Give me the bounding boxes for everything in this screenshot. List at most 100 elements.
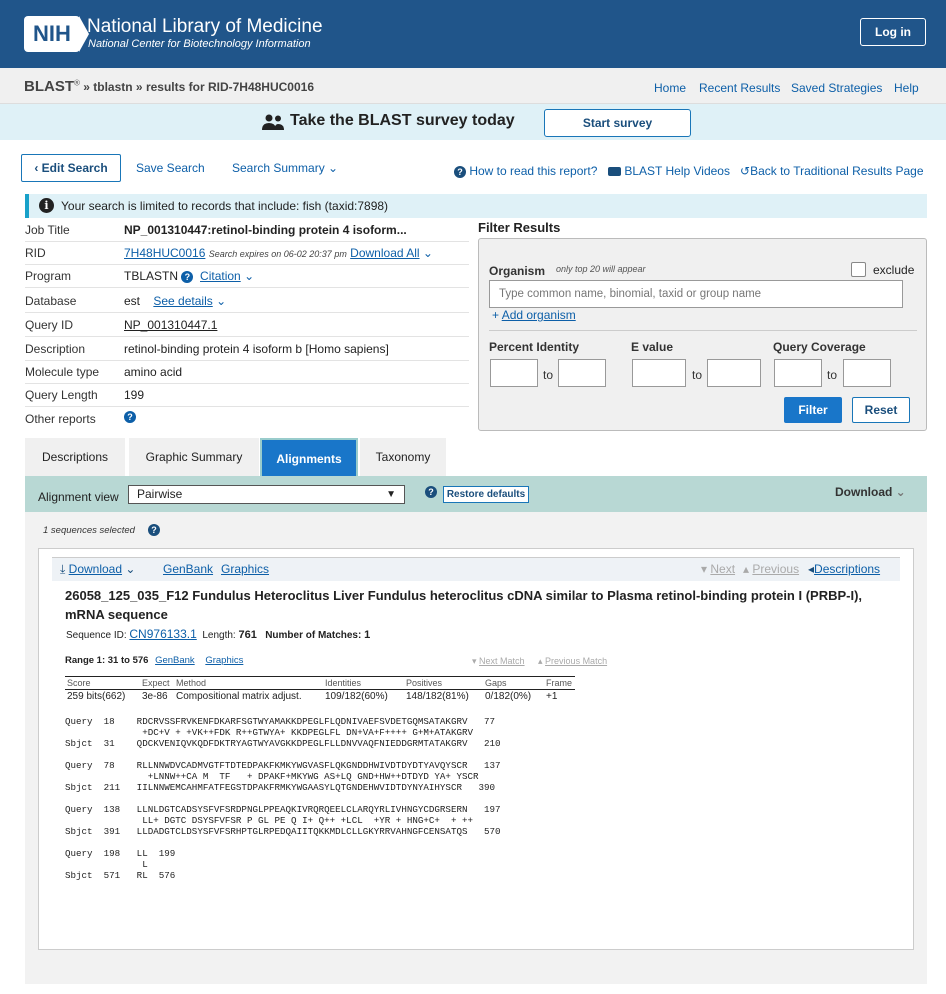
rid-link[interactable]: 7H48HUC0016 [124,246,205,260]
ncbi-subtitle: National Center for Biotechnology Inform… [88,38,311,50]
reset-button[interactable]: Reset [852,397,910,423]
score-value: 259 bits(662) [67,691,126,702]
database-name: est [124,294,141,308]
tab-graphic-summary[interactable]: Graphic Summary [129,438,259,476]
alignment-line: LL+ DGTC DSYSFVFSR P GL PE Q I+ Q++ +LCL… [65,815,473,826]
question-icon[interactable]: ? [425,486,437,498]
query-coverage-min[interactable] [774,359,822,387]
download-hit-link[interactable]: ⤓ Download ⌄ [60,562,135,577]
score-header: Score [67,678,91,688]
molecule-value: amino acid [124,365,183,379]
program-name: TBLASTN [124,269,179,283]
meta-molecule: Molecule type amino acid [25,361,469,384]
nlm-title[interactable]: National Library of Medicine [87,16,323,38]
how-to-read-link[interactable]: ? How to read this report? [454,164,597,178]
alignment-panel: ⤓ Download ⌄ GenBank Graphics ▾ Next ▴ P… [38,548,914,950]
download-dropdown[interactable]: Download ⌄ [835,485,906,499]
selected-count: 1 sequences selected [43,525,135,536]
identities-header: Identities [325,678,362,688]
help-videos-link[interactable]: BLAST Help Videos [608,164,730,178]
previous-match-label: Previous Match [545,656,608,666]
seq-id-link[interactable]: CN976133.1 [129,627,196,641]
tab-taxonomy[interactable]: Taxonomy [360,438,446,476]
breadcrumb-blast[interactable]: BLAST [24,78,74,95]
percent-identity-max[interactable] [558,359,606,387]
positives-value: 148/182(81%) [406,691,469,702]
filter-panel: Organism only top 20 will appear exclude… [478,238,927,431]
breadcrumb-program[interactable]: » tblastn » [80,80,146,94]
hit-toolbar: ⤓ Download ⌄ GenBank Graphics ▾ Next ▴ P… [52,557,900,581]
question-icon[interactable]: ? [148,524,160,536]
exclude-checkbox[interactable] [851,262,866,277]
meta-query-id: Query ID NP_001310447.1 [25,314,469,337]
edit-search-button[interactable]: ‹ Edit Search [21,154,121,182]
triangle-down-icon: ▾ [701,562,708,576]
start-survey-button[interactable]: Start survey [544,109,691,137]
restore-defaults-button[interactable]: Restore defaults [443,486,529,503]
length-label: Length: [202,630,236,641]
meta-rid: RID 7H48HUC0016 Search expires on 06-02 … [25,242,469,265]
breadcrumb-results: results for RID-7H48HUC0016 [145,80,314,94]
nav-saved-strategies[interactable]: Saved Strategies [791,81,882,95]
breadcrumb: BLAST® » tblastn » results for RID-7H48H… [24,78,314,95]
nih-logo[interactable]: NIH [24,16,89,52]
previous-link[interactable]: ▴ Previous [743,562,799,576]
alignment-line: +DC+V + +VK++FDK R++GTWYA+ KKDPEGLFL DN+… [65,727,473,738]
meta-label: Database [25,294,77,308]
organism-input[interactable]: Type common name, binomial, taxid or gro… [489,280,903,308]
save-search-link[interactable]: Save Search [136,161,205,175]
citation-link[interactable]: Citation [200,269,241,283]
seq-id-label: Sequence ID: [66,630,127,641]
filter-button[interactable]: Filter [784,397,842,423]
alignment-line [65,793,501,804]
divider [489,330,917,331]
percent-identity-min[interactable] [490,359,538,387]
question-icon[interactable]: ? [124,410,136,423]
tab-alignments[interactable]: Alignments [260,438,358,476]
alignment-line [65,837,501,848]
users-icon [262,114,284,130]
question-icon[interactable]: ? [181,270,194,283]
nav-recent-results[interactable]: Recent Results [699,81,780,95]
next-link[interactable]: ▾ Next [701,562,735,576]
e-value-max[interactable] [707,359,761,387]
tab-descriptions[interactable]: Descriptions [25,438,125,476]
back-traditional-link[interactable]: ↺Back to Traditional Results Page [740,164,924,178]
see-details-link[interactable]: See details [153,294,212,308]
range-graphics-link[interactable]: Graphics [205,655,243,666]
e-value-min[interactable] [632,359,686,387]
range-genbank-link[interactable]: GenBank [155,655,195,666]
question-icon: ? [454,165,466,178]
help-videos-label: BLAST Help Videos [624,164,730,178]
add-organism-link[interactable]: + Add organism [492,308,576,322]
plus-icon: + [492,308,500,322]
graphics-link[interactable]: Graphics [221,562,269,576]
meta-label: Molecule type [25,365,100,379]
search-summary-link[interactable]: Search Summary ⌄ [232,161,338,175]
descriptions-link[interactable]: ◂Descriptions [808,562,880,576]
query-coverage-max[interactable] [843,359,891,387]
alignment-view-bar: Alignment view Pairwise ▼ ? Restore defa… [25,476,927,512]
video-icon [608,167,621,177]
query-id-link[interactable]: NP_001310447.1 [124,318,217,332]
previous-match-link[interactable]: ▴ Previous Match [538,656,607,667]
genbank-link[interactable]: GenBank [163,562,213,576]
next-match-link[interactable]: ▾ Next Match [472,656,525,667]
download-all-link[interactable]: Download All [350,246,419,260]
meta-label: RID [25,246,46,260]
nav-help[interactable]: Help [894,81,919,95]
triangle-down-icon: ▾ [472,656,477,666]
database-value: est See details ⌄ [124,294,226,308]
meta-label: Query Length [25,388,98,402]
meta-job-title: Job Title NP_001310447:retinol-binding p… [25,219,469,242]
alignment-view-select[interactable]: Pairwise ▼ [128,485,405,504]
nav-home[interactable]: Home [654,81,686,95]
alignment-line: +LNNW++CA M TF + DPAKF+MKYWG AS+LQ GND+H… [65,771,479,782]
alignment-view-label: Alignment view [38,490,119,504]
chevron-down-icon: ⌄ [244,269,255,283]
gaps-value: 0/182(0%) [485,691,532,702]
meta-program: Program TBLASTN ? Citation ⌄ [25,265,469,288]
login-button[interactable]: Log in [860,18,926,46]
breadcrumb-bar: BLAST® » tblastn » results for RID-7H48H… [0,68,946,104]
frame-header: Frame [546,678,573,688]
